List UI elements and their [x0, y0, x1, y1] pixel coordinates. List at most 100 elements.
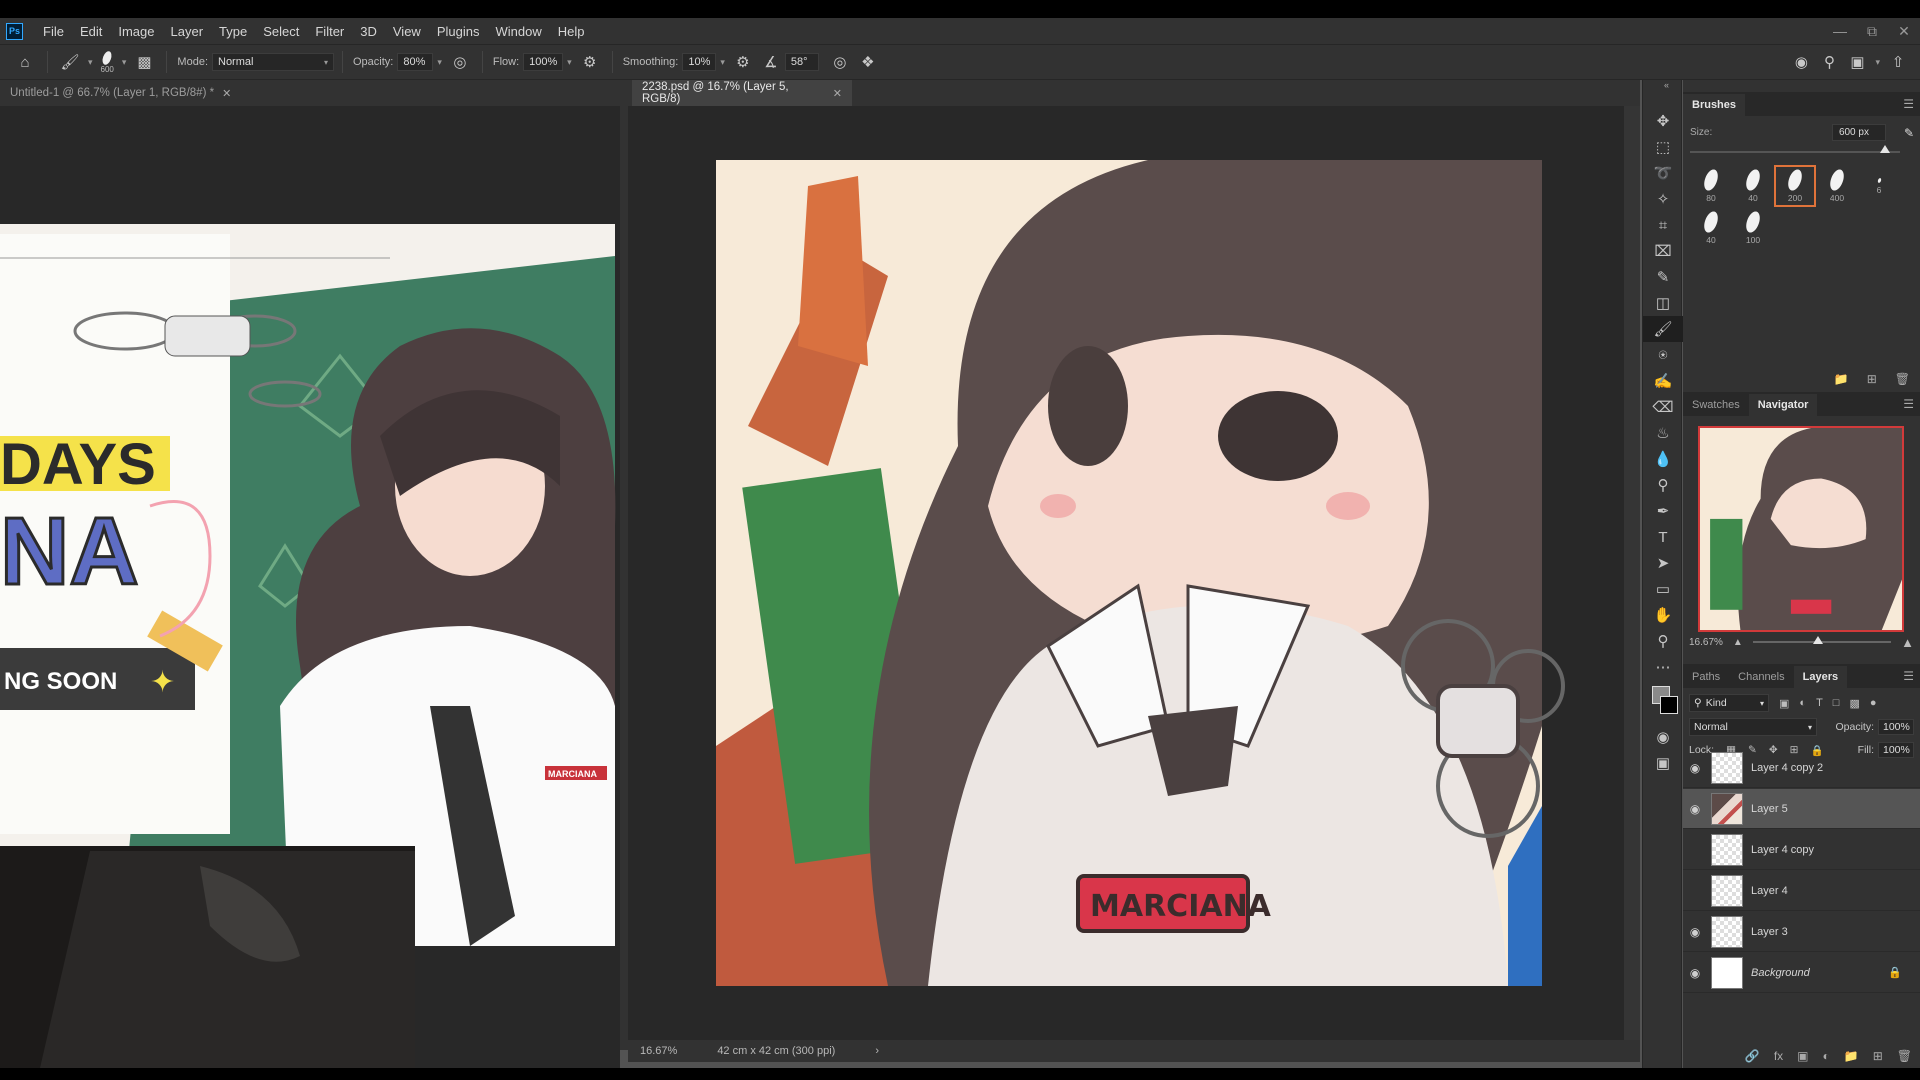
filter-pixel-icon[interactable]: ▣ [1779, 697, 1789, 710]
pressure-size-icon[interactable]: ◎ [829, 51, 851, 73]
reference-canvas[interactable]: DAYS NA NG SOON ✦ MARCIANA [0, 106, 620, 1068]
adjustment-layer-icon[interactable]: ◐ [1823, 1049, 1830, 1063]
brush-tool-icon[interactable]: 🖌 [59, 51, 81, 73]
size-slider[interactable] [1690, 145, 1900, 159]
menu-3d[interactable]: 3D [352, 24, 385, 39]
menu-plugins[interactable]: Plugins [429, 24, 488, 39]
brush-preset[interactable]: 100 [1732, 207, 1774, 249]
angle-input[interactable]: 58° [784, 53, 819, 71]
color-swatches[interactable] [1643, 680, 1681, 724]
delete-layer-icon[interactable]: 🗑 [1897, 1049, 1912, 1063]
chevron-down-icon[interactable]: ▾ [122, 57, 127, 68]
healing-tool-icon[interactable]: ◫ [1643, 290, 1683, 316]
filter-adjustment-icon[interactable]: ◐ [1799, 697, 1806, 709]
slider-thumb[interactable] [1812, 636, 1823, 644]
slider-thumb[interactable] [1880, 145, 1891, 153]
brush-tool-icon[interactable]: 🖌 [1643, 316, 1683, 342]
chevron-down-icon[interactable]: ▾ [567, 57, 572, 68]
smoothing-input[interactable]: 10% [682, 53, 717, 71]
eyedropper-tool-icon[interactable]: ✎ [1643, 264, 1683, 290]
tab-2238-psd[interactable]: 2238.psd @ 16.7% (Layer 5, RGB/8) ✕ [632, 80, 852, 106]
tab-navigator[interactable]: Navigator [1748, 394, 1818, 416]
rectangle-tool-icon[interactable]: ▭ [1643, 576, 1683, 602]
layer-row[interactable]: ◉ Layer 4 copy [1683, 830, 1920, 870]
vertical-scrollbar[interactable] [1624, 106, 1640, 1050]
quick-mask-icon[interactable]: ◉ [1643, 724, 1683, 750]
tab-untitled-1[interactable]: Untitled-1 @ 66.7% (Layer 1, RGB/8#) * ✕ [0, 80, 300, 106]
learn-icon[interactable]: ◉ [1790, 51, 1812, 73]
menu-image[interactable]: Image [110, 24, 162, 39]
dodge-tool-icon[interactable]: ⚲ [1643, 472, 1683, 498]
mode-select[interactable]: Normal ▾ [212, 53, 334, 71]
panel-menu-icon[interactable]: ☰ [1903, 397, 1914, 411]
hand-tool-icon[interactable]: ✋ [1643, 602, 1683, 628]
layer-row[interactable]: ◉ Layer 5 [1683, 789, 1920, 829]
visibility-eye-icon[interactable]: ◉ [1683, 925, 1707, 939]
chevron-right-icon[interactable]: › [875, 1045, 879, 1057]
path-selection-tool-icon[interactable]: ➤ [1643, 550, 1683, 576]
paint-bucket-tool-icon[interactable]: ♨ [1643, 420, 1683, 446]
brush-preset[interactable]: 80 [1690, 165, 1732, 207]
filter-toggle-icon[interactable]: ● [1870, 697, 1877, 709]
visibility-eye-icon[interactable]: ◉ [1683, 802, 1707, 816]
chevron-down-icon[interactable]: ▾ [88, 57, 93, 68]
filter-shape-icon[interactable]: □ [1833, 697, 1840, 709]
frame-tool-icon[interactable]: ⌧ [1643, 238, 1683, 264]
menu-type[interactable]: Type [211, 24, 255, 39]
visibility-eye-icon[interactable]: ◉ [1683, 843, 1707, 857]
workspace-icon[interactable]: ▣ [1846, 51, 1868, 73]
background-color[interactable] [1660, 696, 1678, 714]
close-icon[interactable]: ✕ [1888, 18, 1920, 44]
new-group-icon[interactable]: 📁 [1834, 372, 1849, 386]
menu-edit[interactable]: Edit [72, 24, 110, 39]
chevron-down-icon[interactable]: ▾ [720, 57, 725, 68]
menu-file[interactable]: File [35, 24, 72, 39]
pressure-opacity-icon[interactable]: ◎ [449, 51, 471, 73]
more-tools-icon[interactable]: ⋯ [1643, 654, 1683, 680]
menu-select[interactable]: Select [255, 24, 307, 39]
screen-mode-icon[interactable]: ▣ [1643, 750, 1683, 776]
restore-icon[interactable]: ⧉ [1856, 18, 1888, 44]
tab-swatches[interactable]: Swatches [1683, 394, 1749, 416]
new-group-icon[interactable]: 📁 [1844, 1049, 1859, 1063]
tab-paths[interactable]: Paths [1683, 666, 1729, 688]
angle-icon[interactable]: ∡ [760, 51, 782, 73]
lasso-tool-icon[interactable]: ➰ [1643, 160, 1683, 186]
new-brush-icon[interactable]: ⊞ [1867, 372, 1877, 386]
visibility-eye-icon[interactable]: ◉ [1683, 884, 1707, 898]
visibility-eye-icon[interactable]: ◉ [1683, 761, 1707, 775]
eraser-tool-icon[interactable]: ⌫ [1643, 394, 1683, 420]
brush-preset[interactable]: 40 [1690, 207, 1732, 249]
lock-icon[interactable]: 🔒 [1888, 966, 1902, 979]
flow-input[interactable]: 100% [523, 53, 564, 71]
layer-row[interactable]: ◉ Layer 3 [1683, 912, 1920, 952]
zoom-tool-icon[interactable]: ⚲ [1643, 628, 1683, 654]
close-tab-icon[interactable]: ✕ [222, 87, 231, 100]
layer-name[interactable]: Layer 4 [1751, 885, 1788, 897]
smoothing-gear-icon[interactable]: ⚙ [732, 51, 754, 73]
tab-layers[interactable]: Layers [1793, 666, 1848, 688]
visibility-eye-icon[interactable]: ◉ [1683, 966, 1707, 980]
tab-channels[interactable]: Channels [1729, 666, 1793, 688]
blend-mode-select[interactable]: Normal ▾ [1689, 718, 1817, 736]
zoom-out-icon[interactable]: ▲ [1733, 637, 1743, 648]
history-brush-tool-icon[interactable]: ✍ [1643, 368, 1683, 394]
menu-window[interactable]: Window [487, 24, 549, 39]
zoom-readout[interactable]: 16.67% [640, 1045, 677, 1057]
link-layers-icon[interactable]: 🔗 [1745, 1049, 1760, 1063]
navigator-thumbnail[interactable] [1698, 426, 1904, 632]
move-tool-icon[interactable]: ✥ [1643, 108, 1683, 134]
share-icon[interactable]: ⇧ [1887, 51, 1909, 73]
symmetry-icon[interactable]: ❖ [857, 51, 879, 73]
zoom-in-icon[interactable]: ▲ [1901, 635, 1914, 650]
brush-preset[interactable]: 40 [1732, 165, 1774, 207]
marquee-tool-icon[interactable]: ⬚ [1643, 134, 1683, 160]
type-tool-icon[interactable]: T [1643, 524, 1683, 550]
tab-brushes[interactable]: Brushes [1683, 94, 1746, 116]
menu-help[interactable]: Help [550, 24, 593, 39]
close-tab-icon[interactable]: ✕ [833, 87, 842, 100]
filter-type-icon[interactable]: T [1816, 697, 1823, 709]
navigator-zoom-slider[interactable] [1752, 636, 1892, 644]
filter-smart-object-icon[interactable]: ▩ [1849, 697, 1859, 710]
stamp-tool-icon[interactable]: ⍟ [1643, 342, 1683, 368]
